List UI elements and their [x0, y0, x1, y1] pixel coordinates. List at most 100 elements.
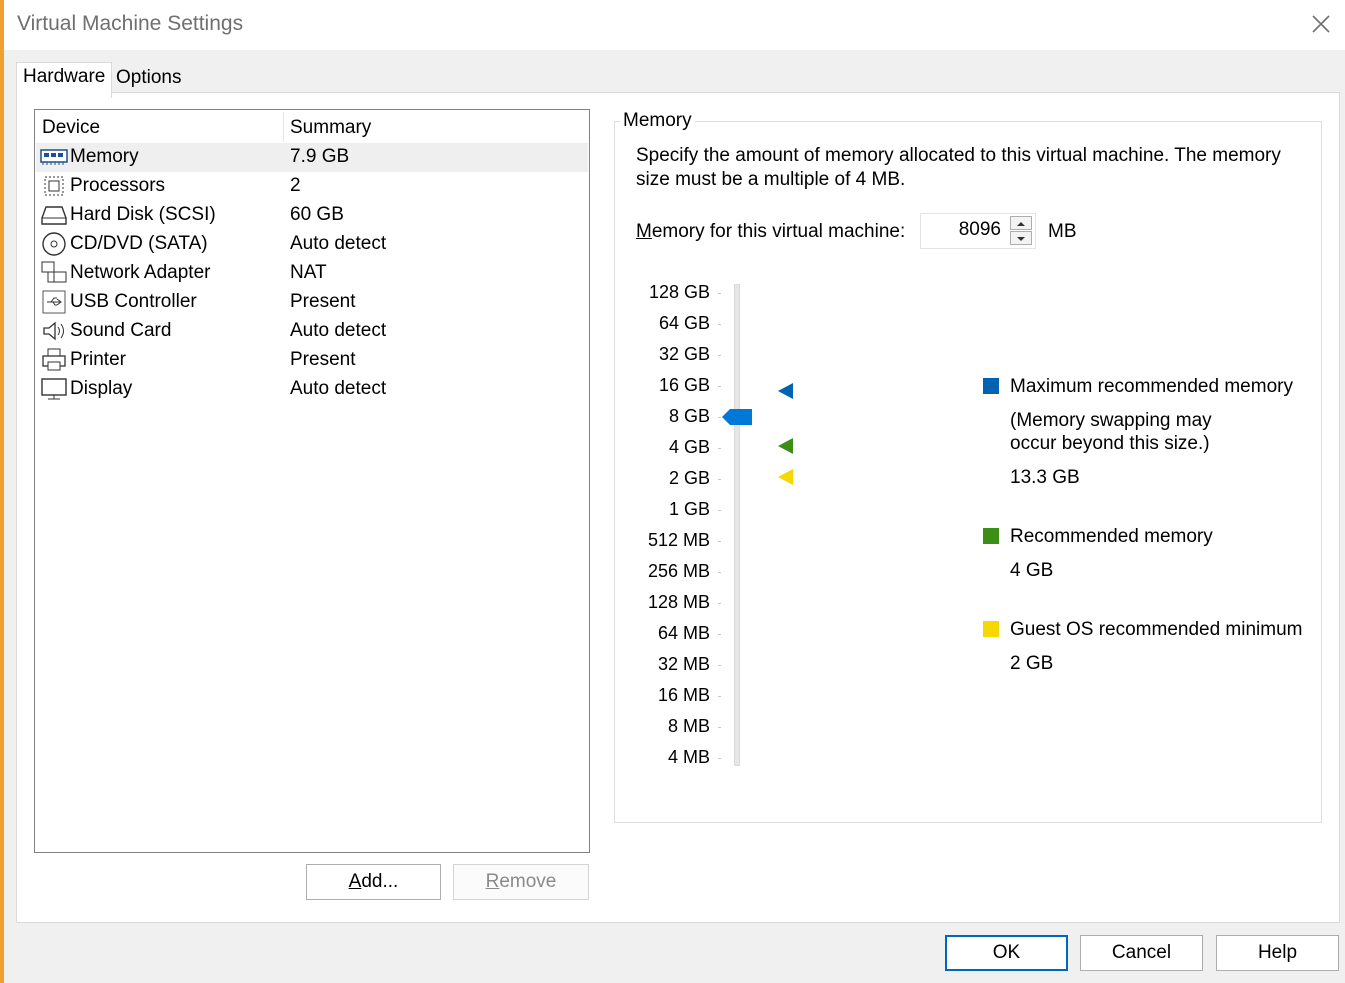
- minimum-swatch: [983, 621, 999, 637]
- memory-icon: [40, 149, 68, 165]
- minimum-label: Guest OS recommended minimum: [1010, 619, 1303, 640]
- max-recommended-swatch: [983, 378, 999, 394]
- settings-window: Virtual Machine Settings Hardware Option…: [4, 0, 1345, 983]
- device-row-network-adapter[interactable]: Network Adapter NAT: [36, 259, 588, 288]
- memory-field-label: Memory for this virtual machine:: [636, 221, 905, 243]
- processor-icon: [44, 176, 64, 196]
- max-recommended-marker-icon: [778, 383, 793, 399]
- device-name: Hard Disk (SCSI): [70, 204, 216, 225]
- memory-scale-label: 1 GB: [668, 499, 710, 519]
- memory-scale-label: 16 MB: [657, 685, 710, 705]
- device-list[interactable]: Device Summary Memory 7.9 GB Processors …: [34, 109, 590, 853]
- memory-scale-label: 8 GB: [668, 406, 710, 426]
- device-row-usb-controller[interactable]: USB Controller Present: [36, 288, 588, 317]
- memory-stepper[interactable]: 8096: [920, 213, 1036, 249]
- device-row-display[interactable]: Display Auto detect: [36, 375, 588, 404]
- cancel-button[interactable]: Cancel: [1080, 935, 1203, 971]
- tab-hardware[interactable]: Hardware: [16, 62, 112, 98]
- memory-scale-label: 256 MB: [647, 561, 710, 581]
- memory-slider-thumb[interactable]: [720, 405, 754, 429]
- max-recommended-value: 13.3 GB: [1010, 467, 1080, 488]
- memory-scale-tick: [718, 386, 721, 387]
- memory-unit: MB: [1048, 221, 1077, 242]
- device-summary: NAT: [290, 262, 327, 283]
- device-summary: Auto detect: [290, 378, 387, 399]
- column-separator: [283, 112, 284, 142]
- memory-stepper-up[interactable]: [1010, 216, 1032, 230]
- memory-scale-tick: [718, 479, 721, 480]
- speaker-icon: [43, 321, 64, 341]
- memory-scale-tick: [718, 603, 721, 604]
- ok-button[interactable]: OK: [945, 935, 1068, 971]
- memory-scale-tick: [718, 665, 721, 666]
- memory-scale-label: 512 MB: [647, 530, 710, 550]
- add-button-accel: A: [348, 871, 362, 892]
- recommended-label: Recommended memory: [1010, 526, 1213, 547]
- device-summary: Auto detect: [290, 320, 387, 341]
- device-row-memory[interactable]: Memory 7.9 GB: [36, 143, 588, 172]
- device-name: CD/DVD (SATA): [70, 233, 208, 254]
- memory-scale-label: 4 GB: [668, 437, 710, 457]
- cd-dvd-icon: [42, 232, 66, 256]
- memory-description: Specify the amount of memory allocated t…: [636, 145, 1281, 190]
- max-recommended-note-line2: occur beyond this size.): [1010, 433, 1210, 454]
- device-row-cd-dvd[interactable]: CD/DVD (SATA) Auto detect: [36, 230, 588, 259]
- usb-icon: [42, 290, 66, 314]
- memory-scale-label: 32 MB: [657, 654, 710, 674]
- memory-scale-tick: [718, 758, 721, 759]
- title-bar: Virtual Machine Settings: [4, 0, 1345, 50]
- device-row-processors[interactable]: Processors 2: [36, 172, 588, 201]
- max-recommended-label: Maximum recommended memory: [1010, 376, 1293, 397]
- device-name: Network Adapter: [70, 262, 211, 283]
- remove-button[interactable]: Remove: [453, 864, 589, 900]
- device-row-hard-disk[interactable]: Hard Disk (SCSI) 60 GB: [36, 201, 588, 230]
- max-recommended-note-line1: (Memory swapping may: [1010, 410, 1212, 431]
- remove-button-label: emove: [499, 871, 557, 892]
- memory-scale-tick: [718, 727, 721, 728]
- memory-scale-tick: [718, 696, 721, 697]
- minimum-value: 2 GB: [1010, 653, 1054, 674]
- memory-scale-label: 64 MB: [657, 623, 710, 643]
- memory-group-title: Memory: [620, 110, 695, 132]
- device-name: Memory: [70, 146, 139, 167]
- memory-scale-tick: [718, 448, 721, 449]
- memory-scale-tick: [718, 324, 721, 325]
- device-summary: Present: [290, 291, 356, 312]
- window-title: Virtual Machine Settings: [17, 12, 244, 35]
- device-row-sound-card[interactable]: Sound Card Auto detect: [36, 317, 588, 346]
- add-button[interactable]: Add...: [306, 864, 441, 900]
- recommended-swatch: [983, 528, 999, 544]
- memory-slider-track[interactable]: [734, 284, 740, 766]
- device-summary: Auto detect: [290, 233, 387, 254]
- device-name: Processors: [70, 175, 166, 196]
- device-summary: Present: [290, 349, 356, 370]
- tab-options[interactable]: Options: [112, 66, 184, 96]
- device-name: Printer: [70, 349, 126, 370]
- device-name: Sound Card: [70, 320, 172, 341]
- recommended-value: 4 GB: [1010, 560, 1054, 581]
- device-summary: 7.9 GB: [290, 146, 350, 167]
- memory-field-accel: M: [636, 221, 652, 242]
- printer-icon: [42, 348, 66, 371]
- device-row-printer[interactable]: Printer Present: [36, 346, 588, 375]
- memory-input[interactable]: 8096: [959, 219, 1001, 241]
- memory-stepper-down[interactable]: [1010, 231, 1032, 245]
- memory-scale-tick: [718, 634, 721, 635]
- display-icon: [41, 378, 67, 400]
- device-summary: 60 GB: [290, 204, 344, 225]
- memory-scale-tick: [718, 510, 721, 511]
- chevron-up-icon: [1017, 222, 1025, 226]
- memory-scale-tick: [718, 541, 721, 542]
- memory-scale-label: 128 MB: [647, 592, 710, 612]
- hard-disk-icon: [41, 206, 67, 225]
- column-header-summary[interactable]: Summary: [290, 117, 371, 139]
- help-button[interactable]: Help: [1216, 935, 1339, 971]
- memory-scale-tick: [718, 572, 721, 573]
- memory-field-label-text: emory for this virtual machine:: [651, 221, 906, 242]
- memory-scale-tick: [718, 293, 721, 294]
- close-icon[interactable]: [1309, 10, 1333, 38]
- column-header-device[interactable]: Device: [42, 117, 100, 139]
- network-adapter-icon: [41, 261, 67, 283]
- chevron-down-icon: [1017, 237, 1025, 241]
- memory-scale-label: 16 GB: [658, 375, 710, 395]
